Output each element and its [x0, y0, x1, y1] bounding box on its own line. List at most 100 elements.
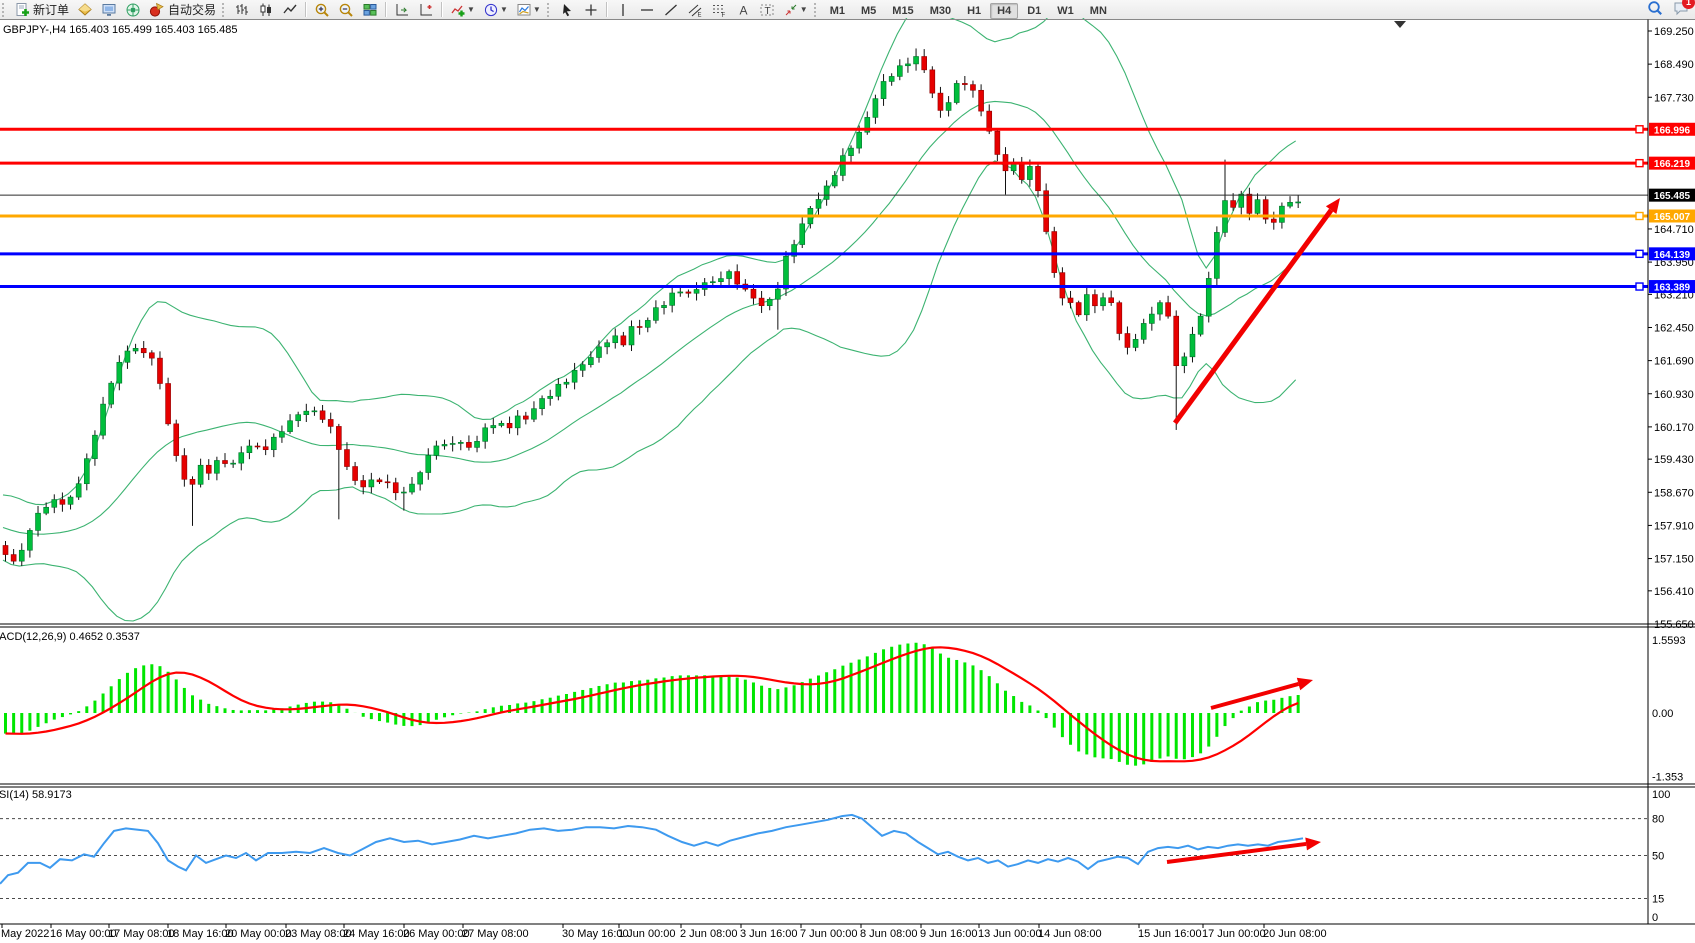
- svg-text:0: 0: [1652, 912, 1658, 924]
- equidistant-channel-button[interactable]: E: [683, 0, 707, 19]
- candles: [3, 48, 1301, 566]
- trend-arrow-macd[interactable]: [1211, 684, 1299, 708]
- profiles-icon: [77, 2, 93, 18]
- svg-text:50: 50: [1652, 851, 1664, 863]
- svg-text:164.710: 164.710: [1654, 224, 1694, 236]
- line-handle[interactable]: [1636, 283, 1643, 290]
- text-button[interactable]: A: [731, 0, 755, 19]
- new-order-label: 新订单: [33, 1, 69, 18]
- svg-text:167.730: 167.730: [1654, 92, 1694, 104]
- zoom-out-button[interactable]: [334, 0, 358, 19]
- svg-text:May 2022: May 2022: [1, 928, 49, 940]
- timeframe-button-H1[interactable]: H1: [960, 3, 988, 19]
- timeframe-button-MN[interactable]: MN: [1083, 3, 1114, 19]
- svg-text:169.250: 169.250: [1654, 26, 1694, 38]
- new-order-icon: [14, 2, 30, 18]
- vertical-line-button[interactable]: [611, 0, 635, 19]
- periods-clock-icon: [483, 2, 499, 18]
- cursor-button[interactable]: [555, 0, 579, 19]
- svg-text:168.490: 168.490: [1654, 59, 1694, 71]
- zoom-out-icon: [338, 2, 354, 18]
- zoom-in-button[interactable]: [310, 0, 334, 19]
- chat-button[interactable]: 1: [1673, 0, 1689, 19]
- periods-button[interactable]: ▼: [479, 0, 512, 19]
- svg-text:157.150: 157.150: [1654, 554, 1694, 566]
- chart-shift-button[interactable]: [414, 0, 438, 19]
- chat-badge: 1: [1682, 0, 1695, 9]
- toolbar-drag-handle[interactable]: [222, 3, 228, 17]
- svg-text:100: 100: [1652, 789, 1670, 801]
- auto-scroll-button[interactable]: [390, 0, 414, 19]
- svg-text:17 Jun 00:00: 17 Jun 00:00: [1202, 928, 1266, 940]
- timeframe-button-M15[interactable]: M15: [885, 3, 920, 19]
- toolbar-drag-handle[interactable]: [814, 3, 820, 17]
- trend-line-button[interactable]: [659, 0, 683, 19]
- line-handle[interactable]: [1636, 250, 1643, 257]
- chart-shift-marker[interactable]: [1394, 21, 1406, 28]
- timeframe-button-M5[interactable]: M5: [854, 3, 883, 19]
- templates-button[interactable]: ▼: [512, 0, 545, 19]
- arrows-icon: [783, 2, 799, 18]
- new-order-button[interactable]: 新订单: [10, 0, 73, 19]
- auto-trading-button[interactable]: 自动交易: [145, 0, 220, 19]
- text-icon: A: [735, 2, 751, 18]
- crosshair-button[interactable]: [579, 0, 603, 19]
- tile-windows-icon: [362, 2, 378, 18]
- svg-text:160.930: 160.930: [1654, 389, 1694, 401]
- navigator-icon: [125, 2, 141, 18]
- tile-windows-button[interactable]: [358, 0, 382, 19]
- market-watch-button[interactable]: [97, 0, 121, 19]
- svg-text:9 Jun 16:00: 9 Jun 16:00: [920, 928, 978, 940]
- line-chart-type-button[interactable]: [278, 0, 302, 19]
- svg-text:26 May 00:00: 26 May 00:00: [403, 928, 470, 940]
- svg-text:166.996: 166.996: [1654, 125, 1691, 136]
- svg-text:7 Jun 00:00: 7 Jun 00:00: [800, 928, 858, 940]
- price-chart[interactable]: 169.250168.490167.730164.710163.950163.2…: [0, 18, 1695, 943]
- chart-shift-icon: [418, 2, 434, 18]
- macd-label: MACD(12,26,9) 0.4652 0.3537: [0, 631, 140, 643]
- line-handle[interactable]: [1636, 160, 1643, 167]
- svg-text:E: E: [697, 12, 701, 18]
- timeframe-button-M1[interactable]: M1: [823, 3, 852, 19]
- trend-line-icon: [663, 2, 679, 18]
- svg-text:166.219: 166.219: [1654, 159, 1691, 170]
- fibonacci-button[interactable]: F: [707, 0, 731, 19]
- timeframe-button-W1[interactable]: W1: [1050, 3, 1081, 19]
- timeframe-button-H4[interactable]: H4: [990, 3, 1018, 19]
- profiles-button[interactable]: [73, 0, 97, 19]
- chevron-down-icon: ▼: [500, 5, 508, 14]
- horizontal-line-button[interactable]: [635, 0, 659, 19]
- rsi-pane: [0, 815, 1648, 899]
- arrows-button[interactable]: ▼: [779, 0, 812, 19]
- svg-text:1 Jun 00:00: 1 Jun 00:00: [618, 928, 676, 940]
- svg-text:2 Jun 08:00: 2 Jun 08:00: [680, 928, 738, 940]
- trend-arrow-head: [1297, 678, 1313, 691]
- chevron-down-icon: ▼: [533, 5, 541, 14]
- text-label-button[interactable]: T: [755, 0, 779, 19]
- timeframe-button-D1[interactable]: D1: [1020, 3, 1048, 19]
- search-icon[interactable]: [1647, 0, 1663, 19]
- svg-text:14 Jun 08:00: 14 Jun 08:00: [1038, 928, 1102, 940]
- candlestick-chart-icon: [258, 2, 274, 18]
- add-indicator-button[interactable]: ▼: [446, 0, 479, 19]
- candle-chart-type-button[interactable]: [254, 0, 278, 19]
- navigator-button[interactable]: [121, 0, 145, 19]
- auto-trading-icon: [149, 2, 165, 18]
- svg-text:160.170: 160.170: [1654, 422, 1694, 434]
- toolbar-drag-handle[interactable]: [547, 3, 553, 17]
- svg-text:16 May 00:00: 16 May 00:00: [50, 928, 117, 940]
- bar-chart-type-button[interactable]: [230, 0, 254, 19]
- auto-scroll-icon: [394, 2, 410, 18]
- svg-text:155.650: 155.650: [1654, 619, 1694, 631]
- auto-trading-label: 自动交易: [168, 1, 216, 18]
- line-handle[interactable]: [1636, 212, 1643, 219]
- bollinger-bands: [3, 18, 1296, 621]
- chevron-down-icon: ▼: [800, 5, 808, 14]
- svg-text:80: 80: [1652, 814, 1664, 826]
- timeframe-button-M30[interactable]: M30: [923, 3, 958, 19]
- macd-pane: [6, 643, 1299, 766]
- crosshair-icon: [583, 2, 599, 18]
- line-handle[interactable]: [1636, 126, 1643, 133]
- add-indicator-icon: [450, 2, 466, 18]
- toolbar-drag-handle[interactable]: [2, 3, 8, 17]
